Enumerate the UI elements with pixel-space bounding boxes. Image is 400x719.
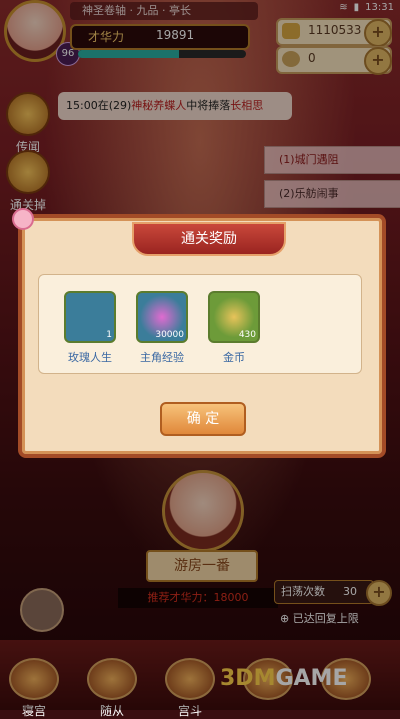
reward-count: 1	[106, 330, 112, 340]
dialog-title: 通关奖励	[132, 222, 286, 256]
gold-coin-icon: 430	[208, 291, 260, 343]
reward-label: 金币	[223, 351, 245, 364]
reward-count: 30000	[155, 330, 184, 340]
reward-count: 430	[238, 330, 256, 340]
rose-icon: 1	[64, 291, 116, 343]
reward-item[interactable]: 430 金币	[189, 291, 279, 365]
exp-orb-icon: 30000	[136, 291, 188, 343]
confirm-button[interactable]: 确 定	[160, 402, 246, 436]
clear-reward-dialog: 通关奖励 1 玫瑰人生 30000 主角经验 430 金币 确 定	[12, 208, 386, 458]
reward-panel: 1 玫瑰人生 30000 主角经验 430 金币	[38, 274, 362, 374]
flower-icon	[12, 208, 34, 230]
